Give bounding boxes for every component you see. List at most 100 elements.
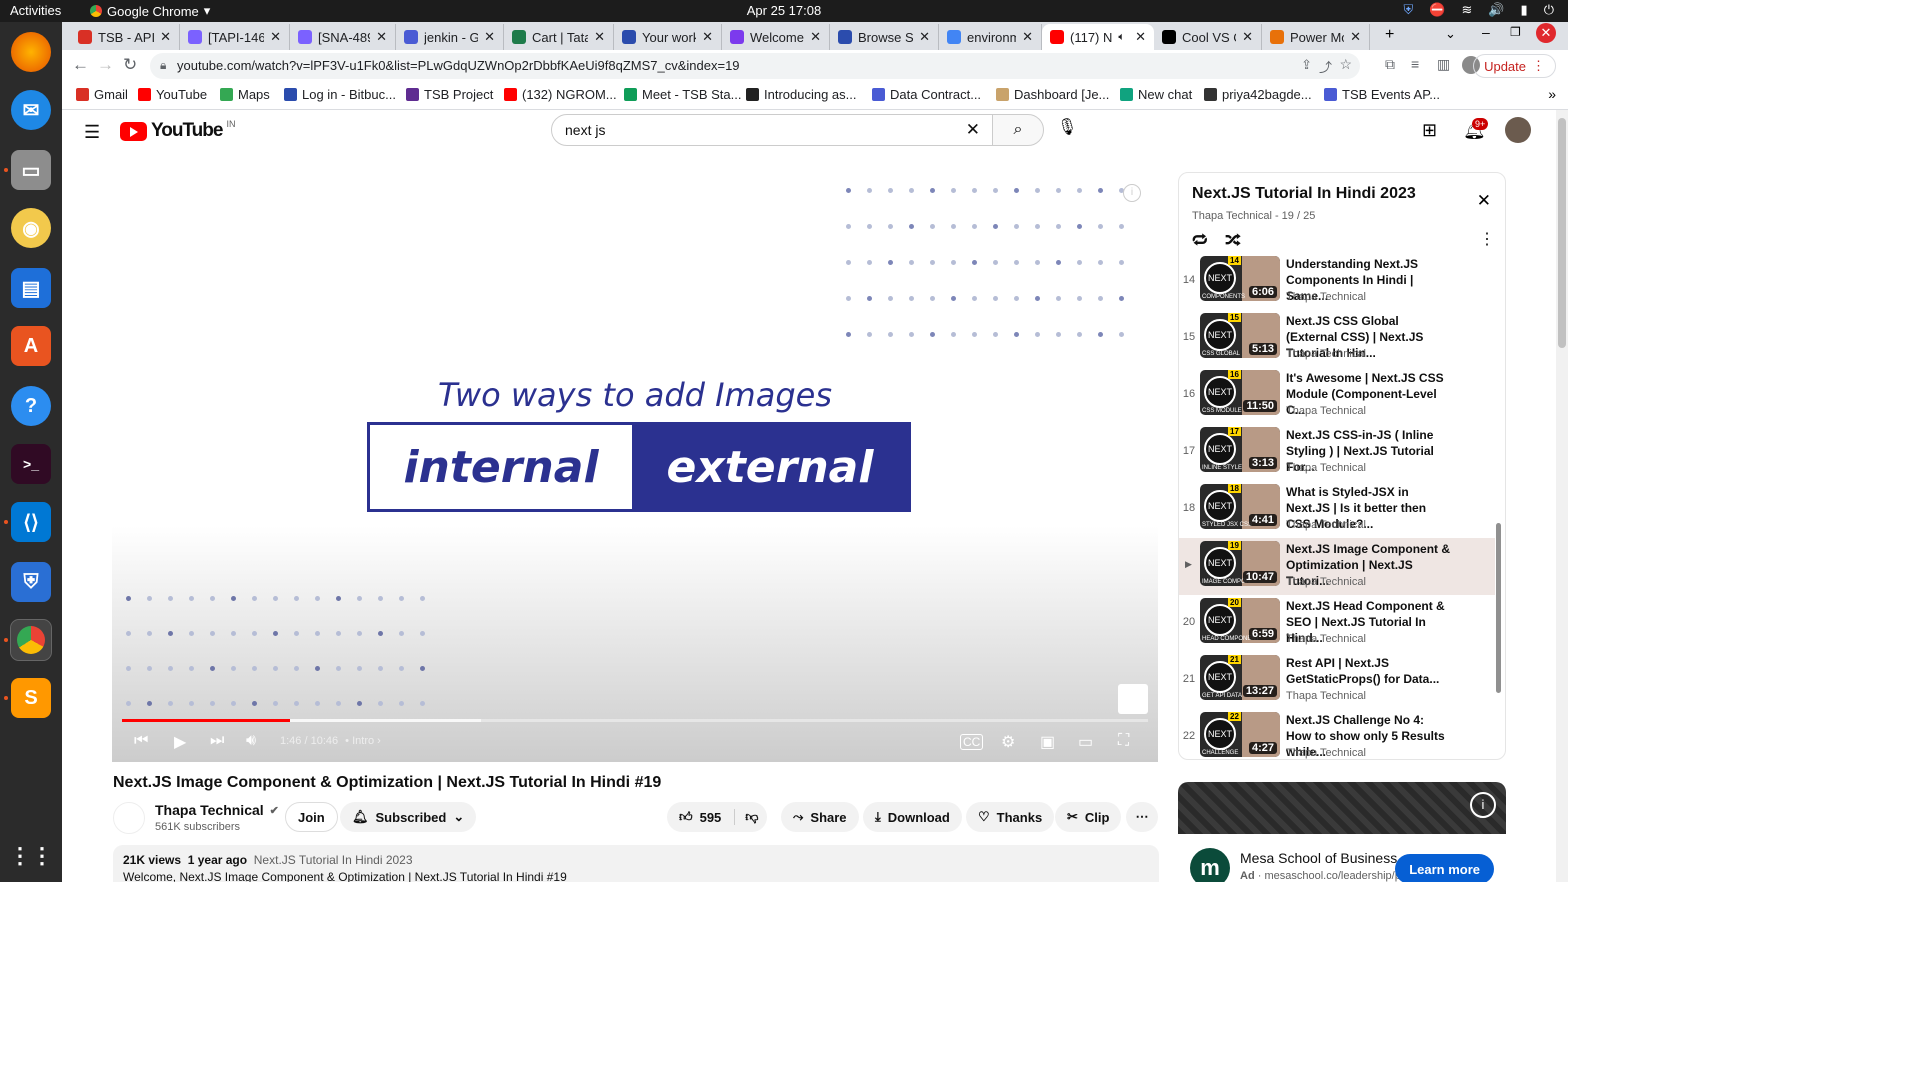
clock[interactable]: Apr 25 17:08 [0,3,1568,18]
terminal-icon[interactable]: >_ [11,444,51,484]
help-icon[interactable]: ? [11,386,51,426]
maximize-button[interactable]: ❐ [1510,25,1521,39]
description-box[interactable]: 21K views 1 year ago Next.JS Tutorial In… [113,845,1159,882]
playlist-thumbnail[interactable]: NEXT 22 CHALLENGE 4:27 [1200,712,1280,757]
system-tray[interactable]: ⛨ ⛔ ≋ 🔊 ▮ ⏻ [1404,2,1555,18]
forward-icon[interactable]: → [97,55,114,75]
writer-icon[interactable]: ▤ [11,268,51,308]
playlist-thumbnail[interactable]: NEXT 14 COMPONENTS 6:06 [1200,256,1280,301]
bookmark-item[interactable]: (132) NGROM... [504,87,617,102]
playlist-thumbnail[interactable]: NEXT 17 INLINE STYLE 3:13 [1200,427,1280,472]
learn-more-button[interactable]: Learn more [1395,854,1494,882]
account-avatar[interactable] [1505,117,1531,143]
playlist-thumbnail[interactable]: NEXT 20 HEAD COMPONENT 6:59 [1200,598,1280,643]
bookmark-item[interactable]: Log in - Bitbuc... [284,87,396,102]
reload-icon[interactable]: ↻ [123,55,137,75]
playlist-item[interactable]: ▶ NEXT 19 IMAGE COMPON 10:47 Next.JS Image Co… [1179,538,1495,595]
page-scrollbar-thumb[interactable] [1558,118,1566,348]
playlist-item[interactable]: 22 NEXT 22 CHALLENGE 4:27 Next.JS Challenge N… [1179,709,1495,759]
bookmark-item[interactable]: Gmail [76,87,128,102]
playlist-thumbnail[interactable]: NEXT 18 STYLED JSX CSS 4:41 [1200,484,1280,529]
close-window-button[interactable]: ✕ [1536,23,1556,43]
clip-button[interactable]: ✂ Clip [1055,802,1122,832]
bookmark-item[interactable]: TSB Project [406,87,493,102]
tab[interactable]: TSB - API - ✕ [70,24,180,50]
playlist-thumbnail[interactable]: NEXT 16 CSS MODULE 11:50 [1200,370,1280,415]
page-scrollbar[interactable] [1556,110,1568,882]
playlist-item[interactable]: 21 NEXT 21 GET API DATA 13:27 Rest API | Next… [1179,652,1495,709]
tab[interactable]: [SNA-4895 ✕ [290,24,396,50]
ad-card[interactable]: i m Mesa School of Business Ad · mesasch… [1178,782,1506,882]
playlist-thumbnail[interactable]: NEXT 21 GET API DATA 13:27 [1200,655,1280,700]
chrome-dock-icon[interactable] [10,619,52,661]
bookmark-item[interactable]: priya42bagde... [1204,87,1312,102]
bookmark-item[interactable]: YouTube [138,87,207,102]
theater-mode-icon[interactable]: ▭ [1078,732,1093,752]
share-button[interactable]: ⤳ Share [781,802,859,832]
install-icon[interactable]: ⇪ [1301,57,1312,73]
subscribed-button[interactable]: 🔔︎ Subscribed ⌄ [340,802,477,832]
tab-close-icon[interactable]: ✕ [1350,29,1361,45]
tab[interactable]: Welcome ✕ [722,24,830,50]
tab-audio-icon[interactable]: 🔈︎ [1118,31,1125,44]
bookmark-item[interactable]: Data Contract... [872,87,981,102]
tab[interactable]: Power Mo ✕ [1262,24,1370,50]
sublime-icon[interactable]: S [11,678,51,718]
media-controls-icon[interactable]: ≡ [1411,56,1419,72]
tab-close-icon[interactable]: ✕ [160,29,171,45]
channel-name[interactable]: Thapa Technical ✔ [155,802,279,818]
playlist-scrollbar[interactable] [1496,523,1501,693]
share-icon[interactable]: ⤴ [1319,57,1332,76]
playlist-title[interactable]: Next.JS Tutorial In Hindi 2023 [1192,185,1416,203]
tab[interactable]: Browse St ✕ [830,24,939,50]
search-button[interactable]: ⌕ [992,114,1044,146]
youtube-logo[interactable]: YouTube IN [120,119,235,142]
play-icon[interactable]: ▶ [174,732,186,752]
search-input[interactable]: next js ✕ [551,114,993,146]
bookmark-item[interactable]: Introducing as... [746,87,857,102]
shuffle-icon[interactable]: 🔀︎ [1225,229,1241,252]
previous-icon[interactable]: ⏮ [134,732,148,750]
minimize-button[interactable]: – [1482,24,1490,40]
tab[interactable]: Cool VS Co ✕ [1154,24,1262,50]
thunderbird-icon[interactable]: ✉ [11,90,51,130]
extensions-icon[interactable]: ⧉ [1385,56,1395,73]
tab[interactable]: Cart | Tata ✕ [504,24,614,50]
tab[interactable]: [TAPI-146] ✕ [180,24,290,50]
tab-close-icon[interactable]: ✕ [702,29,713,45]
loop-icon[interactable]: 🔁︎ [1192,229,1208,252]
more-vert-icon[interactable]: ⋮ [1479,229,1495,249]
app-grid-icon[interactable]: ⋮⋮ [9,836,53,876]
bookmark-item[interactable]: Dashboard [Je... [996,87,1109,102]
channel-watermark[interactable] [1118,684,1148,714]
bookmark-item[interactable]: Maps [220,87,270,102]
thanks-button[interactable]: ♡ Thanks [966,802,1055,832]
tab-close-icon[interactable]: ✕ [1242,29,1253,45]
playlist-thumbnail[interactable]: NEXT 15 CSS GLOBAL 5:13 [1200,313,1280,358]
firefox-icon[interactable] [11,32,51,72]
join-button[interactable]: Join [285,802,338,832]
playlist-thumbnail[interactable]: NEXT 19 IMAGE COMPON 10:47 [1200,541,1280,586]
download-button[interactable]: ⤓ Download [863,802,962,832]
video-info-icon[interactable]: i [1123,184,1141,202]
subtitles-icon[interactable]: CC [960,734,984,750]
tab[interactable]: (117) N 🔈︎ ✕ [1042,24,1154,50]
files-icon[interactable]: ▭ [11,150,51,190]
tab-search-icon[interactable]: ⌄ [1445,26,1456,42]
playlist-item[interactable]: 16 NEXT 16 CSS MODULE 11:50 It's Awesome | Ne… [1179,367,1495,424]
playlist-item[interactable]: 18 NEXT 18 STYLED JSX CSS 4:41 What is Styled… [1179,481,1495,538]
tab-close-icon[interactable]: ✕ [376,29,387,45]
tab-close-icon[interactable]: ✕ [919,29,930,45]
bookmark-item[interactable]: Meet - TSB Sta... [624,87,741,102]
voice-search-icon[interactable]: 🎙︎ [1057,117,1077,137]
tab[interactable]: jenkin - Go ✕ [396,24,504,50]
playlist-link[interactable]: Next.JS Tutorial In Hindi 2023 [254,853,413,867]
ad-banner[interactable] [1178,782,1506,834]
like-button[interactable]: 👍︎ 595 👎︎ [667,802,767,832]
thumbs-down-icon[interactable]: 👎︎ [734,809,759,825]
software-icon[interactable]: A [11,326,51,366]
volume-icon[interactable]: 🔊︎ [246,732,256,750]
tab-close-icon[interactable]: ✕ [1022,29,1033,45]
address-bar[interactable]: 🔒︎ youtube.com/watch?v=lPF3V-u1Fk0&list=… [150,53,1360,79]
chapter-title[interactable]: Intro [352,735,374,747]
